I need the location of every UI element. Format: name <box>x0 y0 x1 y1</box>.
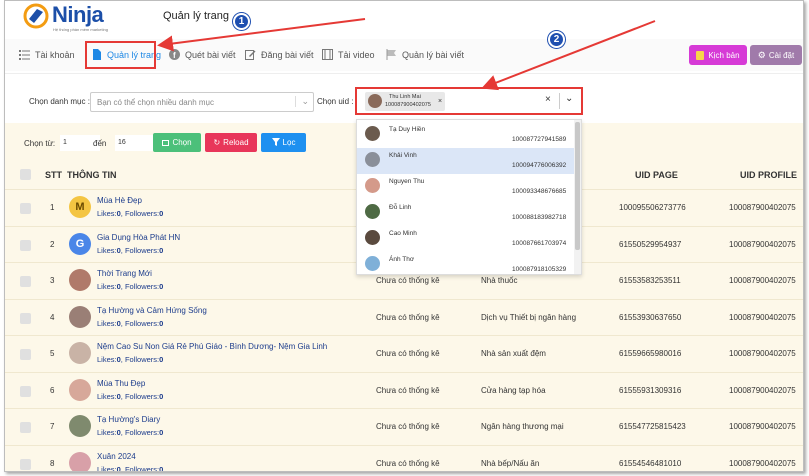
annotation-arrows <box>157 18 656 91</box>
annotation-arrow-2 <box>481 20 656 91</box>
annotation-badge-1: 1 <box>233 13 250 30</box>
app-window: Ninja Hệ thống phần mềm marketing Quản l… <box>4 0 804 472</box>
annotation-arrow-1 <box>157 18 366 52</box>
annotation-badge-2: 2 <box>548 31 565 48</box>
